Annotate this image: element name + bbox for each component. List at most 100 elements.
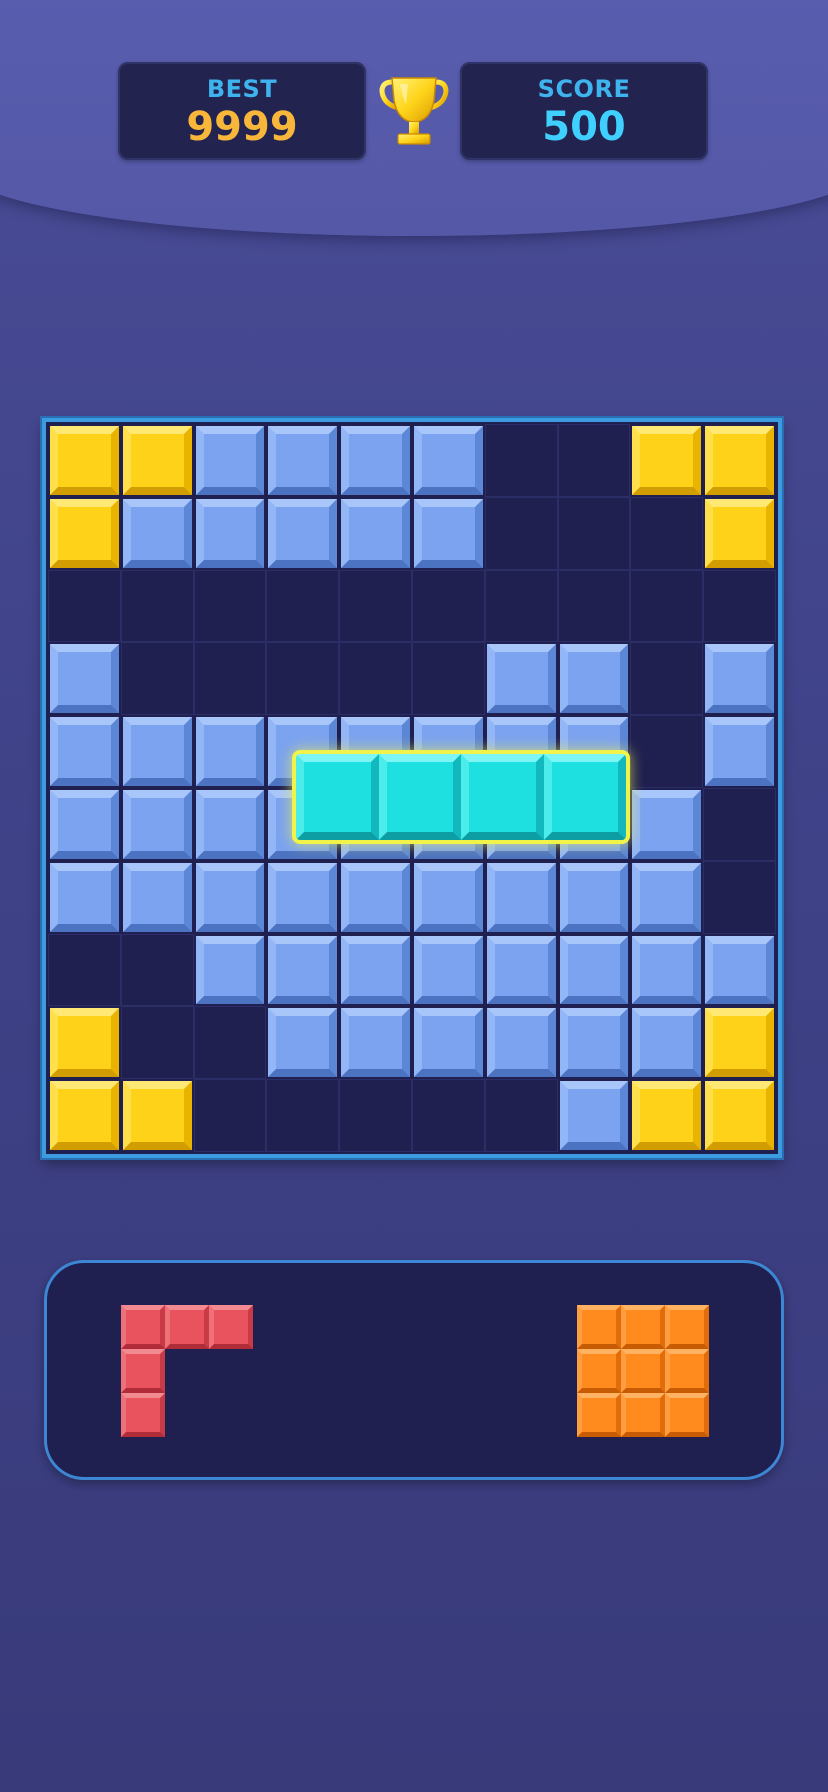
board-cell-empty bbox=[557, 569, 631, 643]
board-block-blue bbox=[341, 862, 410, 932]
board-cell-empty bbox=[120, 933, 194, 1007]
game-screen: BEST 9999 SCORE 500 bbox=[0, 0, 828, 1792]
board-cell-empty bbox=[339, 1079, 412, 1152]
tray-piece-block bbox=[665, 1349, 709, 1393]
game-board[interactable] bbox=[42, 418, 782, 1158]
tray-piece-block bbox=[121, 1349, 165, 1393]
tray-piece-block bbox=[621, 1393, 665, 1437]
board-cell-empty bbox=[484, 1079, 558, 1152]
board-block-blue bbox=[705, 935, 774, 1005]
tray-piece-block bbox=[577, 1305, 621, 1349]
board-block-blue bbox=[268, 426, 338, 495]
board-block-blue bbox=[486, 935, 556, 1005]
board-block-blue bbox=[122, 790, 192, 859]
board-cell-empty bbox=[266, 569, 340, 643]
board-block-blue bbox=[268, 1008, 338, 1078]
tray-piece-block bbox=[165, 1305, 209, 1349]
tray-piece-block bbox=[121, 1393, 165, 1437]
board-cell-empty bbox=[339, 569, 412, 643]
board-block-blue bbox=[50, 717, 119, 786]
board-block-blue bbox=[486, 644, 556, 714]
board-cell-empty bbox=[48, 933, 121, 1007]
board-block-blue bbox=[486, 862, 556, 932]
tray-piece-block bbox=[665, 1305, 709, 1349]
board-block-blue bbox=[559, 644, 629, 714]
board-block-blue bbox=[268, 862, 338, 932]
board-block-yellow bbox=[50, 1008, 119, 1078]
board-block-blue bbox=[50, 790, 119, 859]
board-block-blue bbox=[414, 1008, 483, 1078]
board-block-blue bbox=[632, 790, 702, 859]
tray-piece-block bbox=[577, 1393, 621, 1437]
board-cell-empty bbox=[703, 860, 776, 934]
tray-piece-block bbox=[621, 1349, 665, 1393]
board-block-blue bbox=[632, 862, 702, 932]
board-block-blue bbox=[559, 935, 629, 1005]
board-cell-empty bbox=[412, 569, 485, 643]
board-block-blue bbox=[414, 498, 483, 568]
board-cell-empty bbox=[484, 496, 558, 570]
trophy-icon bbox=[379, 77, 449, 145]
tray-piece-block bbox=[209, 1305, 253, 1349]
board-block-blue bbox=[341, 426, 410, 495]
board-block-blue bbox=[195, 935, 265, 1005]
board-block-yellow bbox=[50, 1081, 119, 1150]
board-cell-empty bbox=[630, 642, 704, 716]
tray-piece-block bbox=[621, 1305, 665, 1349]
board-block-yellow bbox=[705, 426, 774, 495]
board-cell-empty bbox=[630, 715, 704, 788]
tray-piece-block bbox=[121, 1305, 165, 1349]
drag-highlight bbox=[296, 754, 626, 840]
board-block-yellow bbox=[632, 426, 702, 495]
board-cell-empty bbox=[48, 569, 121, 643]
board-cell-empty bbox=[412, 642, 485, 716]
board-block-blue bbox=[414, 935, 483, 1005]
board-block-blue bbox=[195, 498, 265, 568]
best-score-panel: BEST 9999 bbox=[118, 62, 366, 160]
board-cell-empty bbox=[266, 642, 340, 716]
board-cell-empty bbox=[120, 1006, 194, 1080]
board-block-blue bbox=[559, 1008, 629, 1078]
board-block-blue bbox=[122, 498, 192, 568]
board-block-blue bbox=[195, 426, 265, 495]
board-cell-empty bbox=[703, 788, 776, 861]
board-cell-empty bbox=[484, 569, 558, 643]
score-label: SCORE bbox=[537, 75, 631, 103]
board-cell-empty bbox=[193, 1006, 267, 1080]
piece-tray bbox=[44, 1260, 784, 1480]
board-block-yellow bbox=[705, 1008, 774, 1078]
board-cell-empty bbox=[120, 569, 194, 643]
board-block-blue bbox=[122, 717, 192, 786]
board-block-blue bbox=[195, 862, 265, 932]
board-block-blue bbox=[341, 498, 410, 568]
board-block-yellow bbox=[705, 1081, 774, 1150]
board-cell-empty bbox=[412, 1079, 485, 1152]
tray-piece-block bbox=[577, 1349, 621, 1393]
board-cell-empty bbox=[630, 496, 704, 570]
tray-piece-block bbox=[665, 1393, 709, 1437]
board-block-blue bbox=[486, 1008, 556, 1078]
board-cell-empty bbox=[484, 424, 558, 497]
board-block-yellow bbox=[50, 426, 119, 495]
board-block-blue bbox=[632, 1008, 702, 1078]
board-cell-empty bbox=[120, 642, 194, 716]
board-block-blue bbox=[268, 498, 338, 568]
board-cell-empty bbox=[557, 424, 631, 497]
current-score-panel: SCORE 500 bbox=[460, 62, 708, 160]
board-cell-empty bbox=[557, 496, 631, 570]
board-cell-empty bbox=[703, 569, 776, 643]
board-block-blue bbox=[559, 1081, 629, 1150]
board-block-yellow bbox=[632, 1081, 702, 1150]
board-block-blue bbox=[50, 862, 119, 932]
board-block-blue bbox=[195, 790, 265, 859]
board-block-yellow bbox=[705, 498, 774, 568]
board-block-blue bbox=[705, 717, 774, 786]
best-value: 9999 bbox=[186, 104, 298, 150]
board-cell-empty bbox=[630, 569, 704, 643]
board-block-yellow bbox=[50, 498, 119, 568]
board-block-blue bbox=[414, 426, 483, 495]
board-block-blue bbox=[559, 862, 629, 932]
board-block-blue bbox=[632, 935, 702, 1005]
board-block-blue bbox=[195, 717, 265, 786]
board-block-blue bbox=[341, 935, 410, 1005]
